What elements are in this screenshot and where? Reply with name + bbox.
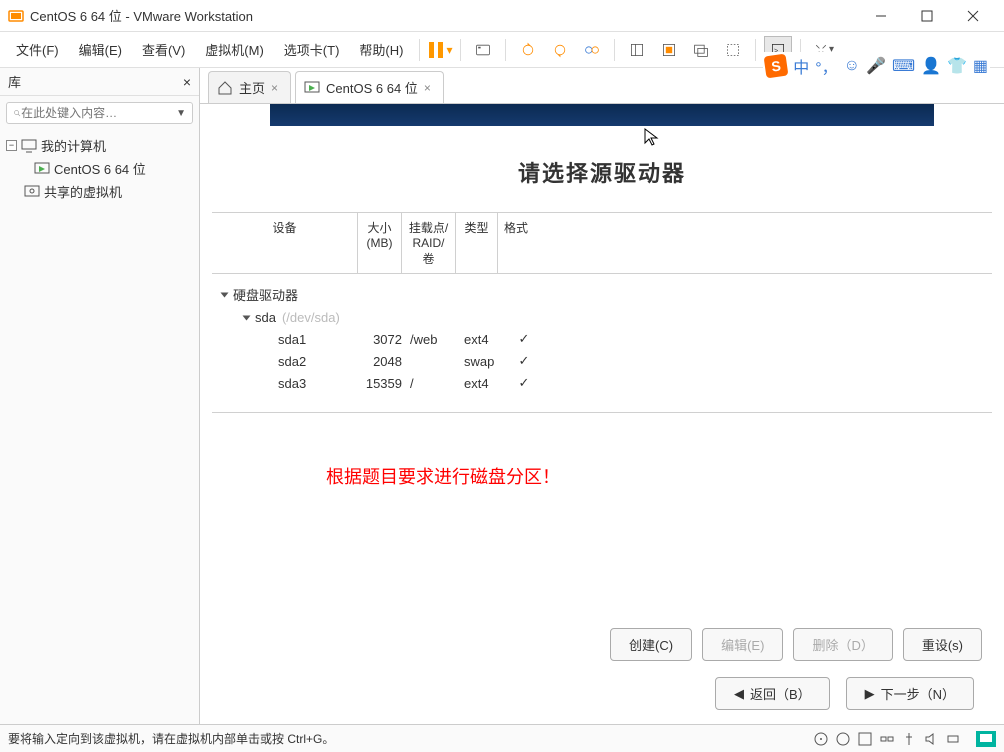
search-box[interactable]: ▼ [6,102,193,124]
status-disk-icon[interactable] [813,731,829,747]
installer-banner [270,104,934,126]
create-button[interactable]: 创建(C) [610,628,692,661]
minimize-button[interactable] [858,1,904,31]
menu-view[interactable]: 查看(V) [134,36,193,63]
ime-skin-icon[interactable]: 👕 [947,56,967,76]
status-floppy-icon[interactable] [857,731,873,747]
search-dropdown-icon[interactable]: ▼ [176,108,186,119]
library-tree: − 我的计算机 CentOS 6 64 位 共享的虚拟机 [0,130,199,207]
ime-emoji-icon[interactable]: ☺ [844,57,860,75]
maximize-button[interactable] [904,1,950,31]
status-display-icon[interactable] [976,731,996,747]
tab-close-icon[interactable]: × [271,81,278,95]
table-row[interactable]: sda22048swap✓ [222,350,982,372]
menu-edit[interactable]: 编辑(E) [71,36,130,63]
view-console-icon[interactable] [687,36,715,64]
installer-title: 请选择源驱动器 [210,136,994,212]
status-sound-icon[interactable] [923,731,939,747]
status-usb-icon[interactable] [901,731,917,747]
reset-button[interactable]: 重设(s) [903,628,982,661]
menu-help[interactable]: 帮助(H) [351,36,411,63]
monitor-icon [21,138,37,154]
ime-tool-icon[interactable]: ▦ [973,56,988,76]
ime-toolbar[interactable]: S 中 °， ☺ 🎤 ⌨ 👤 👕 ▦ [763,52,990,80]
view-single-icon[interactable] [623,36,651,64]
table-header: 设备 大小 (MB) 挂载点/ RAID/卷 类型 格式 [212,213,992,274]
home-icon [217,80,233,96]
table-row[interactable]: sda315359/ext4✓ [222,372,982,394]
delete-button[interactable]: 删除（D） [793,628,892,661]
shared-icon [24,184,40,200]
sidebar-title: 库 [8,72,21,91]
tab-home[interactable]: 主页 × [208,71,291,103]
library-sidebar: 库 × ▼ − 我的计算机 CentOS 6 64 位 共享的虚拟机 [0,68,200,724]
partition-table: 设备 大小 (MB) 挂载点/ RAID/卷 类型 格式 硬盘驱动器 sda (… [212,212,992,413]
col-size[interactable]: 大小 (MB) [358,213,402,273]
search-input[interactable] [21,106,176,120]
tab-centos[interactable]: CentOS 6 64 位 × [295,71,444,103]
snapshot-take-icon[interactable] [514,36,542,64]
next-button[interactable]: ▶下一步（N） [846,677,974,710]
window-title: CentOS 6 64 位 - VMware Workstation [30,6,858,25]
snapshot-manager-icon[interactable] [578,36,606,64]
ime-user-icon[interactable]: 👤 [921,56,941,76]
status-printer-icon[interactable] [945,731,961,747]
edit-button[interactable]: 编辑(E) [702,628,783,661]
content-area: 主页 × CentOS 6 64 位 × 请选择源驱动器 设备 大小 (MB) … [200,68,1004,724]
send-ctrl-alt-del-icon[interactable] [469,36,497,64]
menu-vm[interactable]: 虚拟机(M) [197,36,272,63]
ime-lang[interactable]: 中 [793,54,809,78]
titlebar: CentOS 6 64 位 - VMware Workstation [0,0,1004,32]
sogou-icon[interactable]: S [764,54,789,79]
close-button[interactable] [950,1,996,31]
snapshot-revert-icon[interactable] [546,36,574,64]
statusbar: 要将输入定向到该虚拟机，请在虚拟机内部单击或按 Ctrl+G。 [0,724,1004,752]
group-sda[interactable]: sda (/dev/sda) [222,307,982,328]
col-type[interactable]: 类型 [456,213,498,273]
col-device[interactable]: 设备 [212,213,358,273]
view-stretch-icon[interactable] [719,36,747,64]
col-format[interactable]: 格式 [498,213,534,273]
view-unity-icon[interactable] [655,36,683,64]
ime-punct[interactable]: °， [815,54,837,78]
vm-running-icon [34,161,50,177]
col-mount[interactable]: 挂载点/ RAID/卷 [402,213,456,273]
search-icon [13,105,21,121]
tree-vm-centos[interactable]: CentOS 6 64 位 [2,157,197,180]
annotation-text: 根据题目要求进行磁盘分区！ [210,413,994,489]
menu-tabs[interactable]: 选项卡(T) [276,36,348,63]
status-cd-icon[interactable] [835,731,851,747]
guest-screen[interactable]: 请选择源驱动器 设备 大小 (MB) 挂载点/ RAID/卷 类型 格式 硬盘驱… [200,104,1004,724]
vm-running-icon [304,80,320,96]
group-harddrives[interactable]: 硬盘驱动器 [222,282,982,307]
back-button[interactable]: ◀返回（B） [715,677,830,710]
vmware-logo-icon [8,8,24,24]
status-text: 要将输入定向到该虚拟机，请在虚拟机内部单击或按 Ctrl+G。 [8,730,334,747]
pause-button[interactable]: ▾ [428,42,452,58]
tab-close-icon[interactable]: × [424,81,431,95]
ime-keyboard-icon[interactable]: ⌨ [892,56,915,76]
tree-shared[interactable]: 共享的虚拟机 [2,180,197,203]
menu-file[interactable]: 文件(F) [8,36,67,63]
status-network-icon[interactable] [879,731,895,747]
sidebar-close-icon[interactable]: × [183,74,191,90]
ime-voice-icon[interactable]: 🎤 [866,56,886,76]
table-row[interactable]: sda13072/webext4✓ [222,328,982,350]
tree-mycomputer[interactable]: − 我的计算机 [2,134,197,157]
